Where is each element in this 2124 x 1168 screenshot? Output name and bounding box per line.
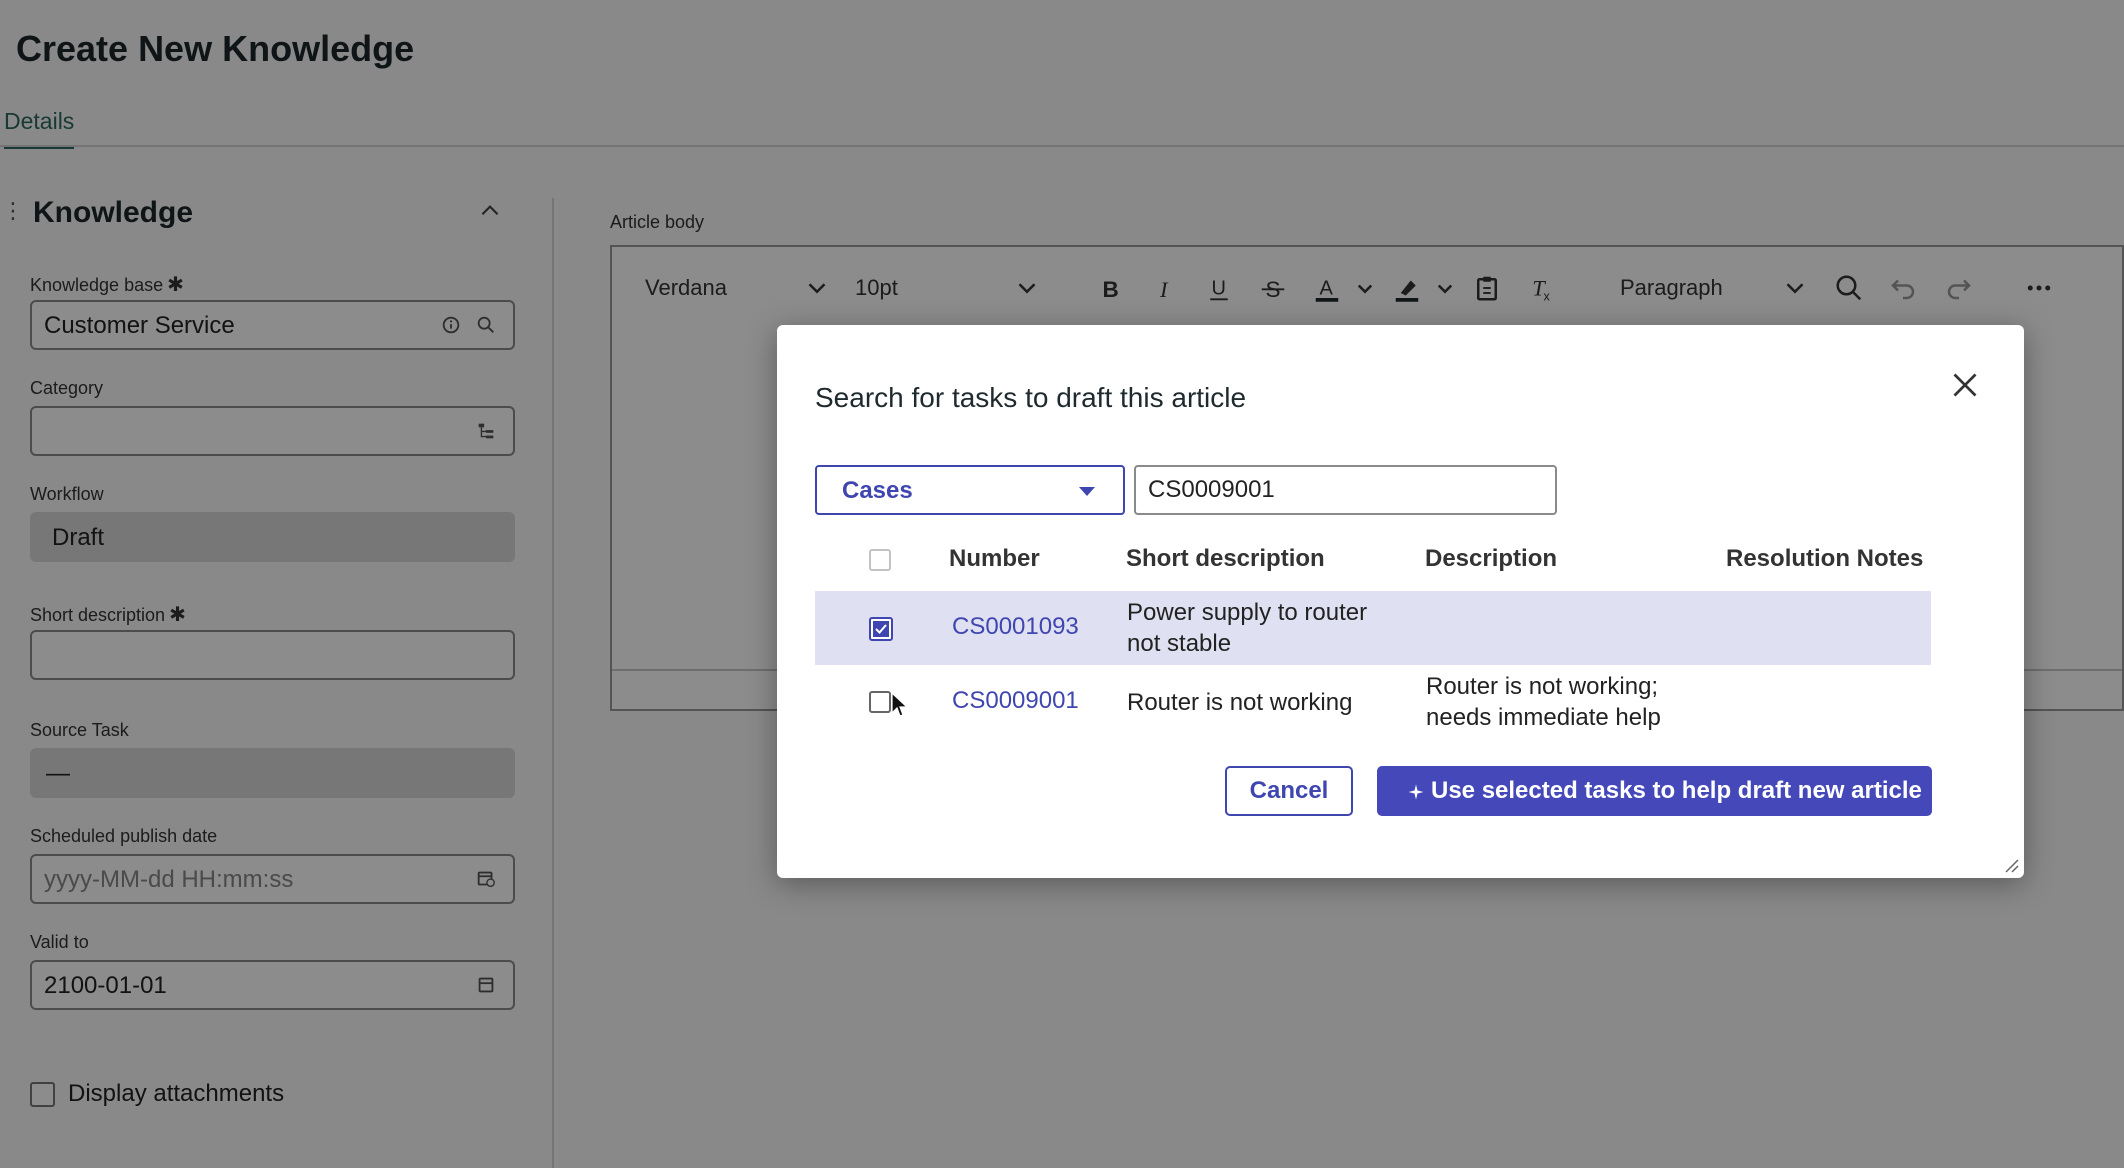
mouse-pointer-icon — [891, 692, 909, 717]
cancel-button[interactable]: Cancel — [1225, 766, 1353, 816]
column-header-description[interactable]: Description — [1425, 545, 1557, 573]
table-row[interactable]: CS0001093 Power supply to router not sta… — [815, 591, 1931, 665]
row-checkbox[interactable] — [869, 691, 891, 713]
task-number-link[interactable]: CS0001093 — [952, 613, 1079, 641]
task-search-input[interactable] — [1134, 465, 1557, 515]
select-all-checkbox[interactable] — [869, 549, 891, 571]
task-type-value: Cases — [842, 477, 913, 504]
short-description-cell: Power supply to router not stable — [1127, 599, 1368, 657]
close-icon[interactable] — [1947, 367, 1983, 403]
column-header-short-description[interactable]: Short description — [1126, 545, 1325, 573]
description-cell: Router is not working; needs immediate h… — [1426, 673, 1661, 731]
use-selected-tasks-button[interactable]: Use selected tasks to help draft new art… — [1377, 766, 1932, 816]
task-search-modal: Search for tasks to draft this article C… — [777, 325, 2024, 878]
use-selected-tasks-label: Use selected tasks to help draft new art… — [1431, 777, 1922, 804]
short-description-cell: Router is not working — [1127, 689, 1353, 716]
modal-title: Search for tasks to draft this article — [815, 382, 1247, 413]
column-header-resolution-notes[interactable]: Resolution Notes — [1726, 545, 1923, 573]
checkbox-checked-icon[interactable] — [869, 617, 893, 641]
resize-grip-icon[interactable] — [2002, 856, 2020, 874]
table-row[interactable]: CS0009001 Router is not working Router i… — [815, 665, 1931, 739]
caret-down-icon — [1079, 487, 1095, 496]
column-header-number[interactable]: Number — [949, 545, 1040, 573]
sparkle-icon — [1408, 784, 1424, 800]
task-type-select[interactable]: Cases — [815, 465, 1125, 515]
task-number-link[interactable]: CS0009001 — [952, 687, 1079, 715]
